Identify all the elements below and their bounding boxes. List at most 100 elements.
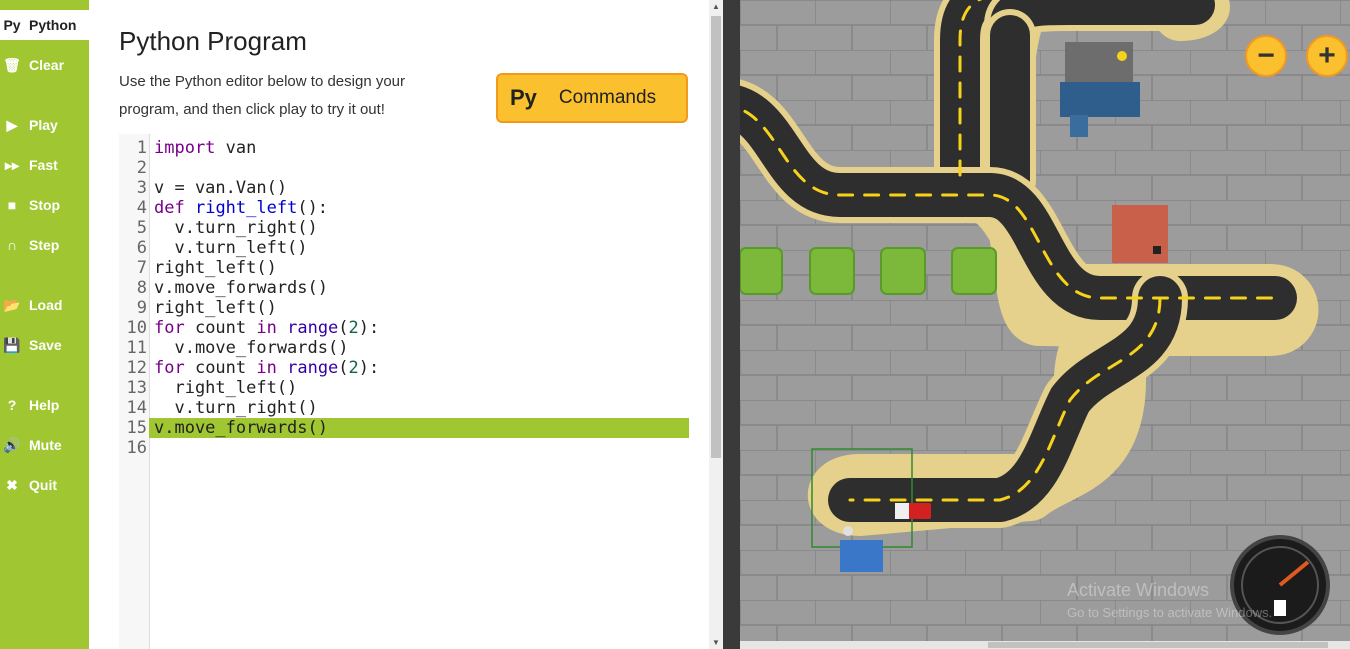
scrollbar-thumb[interactable] bbox=[988, 642, 1328, 648]
play-icon: ▶ bbox=[6, 116, 18, 133]
activation-watermark-text: Go to Settings to activate Windows. bbox=[1067, 605, 1273, 620]
hedge bbox=[809, 247, 855, 295]
sidebar-item-clear[interactable]: 🗑 Clear bbox=[0, 50, 89, 80]
sidebar-item-label: Play bbox=[29, 117, 58, 133]
scroll-up-icon[interactable]: ▲ bbox=[712, 2, 720, 11]
close-icon: ✖ bbox=[6, 476, 18, 493]
zoom-in-button[interactable]: + bbox=[1306, 35, 1348, 77]
code-text[interactable]: v.move_forwards() bbox=[154, 278, 328, 298]
code-text[interactable]: right_left() bbox=[154, 258, 277, 278]
code-line[interactable]: 3 v = van.Van() bbox=[119, 178, 689, 198]
panel-divider[interactable] bbox=[723, 0, 740, 649]
sidebar-item-save[interactable]: 💾 Save bbox=[0, 330, 89, 360]
scrollbar-thumb[interactable] bbox=[711, 16, 721, 458]
editor-scrollbar[interactable]: ▲ ▼ bbox=[709, 0, 723, 649]
line-number: 1 bbox=[136, 138, 147, 158]
hedge bbox=[740, 247, 783, 295]
sidebar-item-label: Step bbox=[29, 237, 60, 253]
code-text[interactable]: v.turn_right() bbox=[154, 218, 317, 238]
line-number: 4 bbox=[136, 198, 147, 218]
sidebar-item-label: Help bbox=[29, 397, 60, 413]
folder-icon: 📂 bbox=[3, 296, 21, 313]
line-number: 15 bbox=[119, 418, 149, 438]
code-line[interactable]: 8 v.move_forwards() bbox=[119, 278, 689, 298]
code-line[interactable]: 10 for count in range(2): bbox=[119, 318, 689, 338]
game-map[interactable]: − + Activate Windows Go to Settings to a… bbox=[740, 0, 1350, 649]
code-line[interactable]: 4 def right_left(): bbox=[119, 198, 689, 218]
code-line[interactable]: 2 bbox=[119, 158, 689, 178]
code-line[interactable]: 12 for count in range(2): bbox=[119, 358, 689, 378]
page-title: Python Program bbox=[119, 26, 307, 56]
line-number: 2 bbox=[136, 158, 147, 178]
code-text[interactable]: def right_left(): bbox=[154, 198, 328, 218]
map-canvas bbox=[740, 0, 1350, 649]
trash-icon: 🗑 bbox=[3, 56, 21, 73]
code-text[interactable]: v.move_forwards() bbox=[154, 338, 348, 358]
save-icon: 💾 bbox=[3, 336, 21, 353]
minus-icon: − bbox=[1257, 39, 1275, 72]
code-editor[interactable]: 1 import van 2 3 v = van.Van() 4 def right_lef… bbox=[119, 134, 689, 649]
speaker-icon: 🔊 bbox=[3, 436, 21, 453]
code-text[interactable]: right_left() bbox=[154, 298, 277, 318]
line-number: 8 bbox=[136, 278, 147, 298]
line-number: 14 bbox=[126, 398, 147, 418]
van bbox=[895, 503, 931, 519]
sidebar-item-label: Stop bbox=[29, 197, 61, 213]
help-icon: ? bbox=[7, 397, 17, 413]
zoom-out-button[interactable]: − bbox=[1245, 35, 1287, 77]
stop-icon: ■ bbox=[7, 197, 17, 213]
sidebar-item-label: Clear bbox=[29, 57, 65, 73]
code-line[interactable]: 11 v.move_forwards() bbox=[119, 338, 689, 358]
code-line[interactable]: 15 v.move_forwards() bbox=[119, 418, 689, 438]
sidebar-item-label: Quit bbox=[29, 477, 57, 493]
commands-button-label: Commands bbox=[558, 87, 657, 108]
code-text[interactable]: for count in range(2): bbox=[154, 358, 379, 378]
sidebar-item-play[interactable]: ▶ Play bbox=[0, 110, 89, 140]
sidebar-item-stop[interactable]: ■ Stop bbox=[0, 190, 89, 220]
line-number: 13 bbox=[126, 378, 147, 398]
sidebar-item-load[interactable]: 📂 Load bbox=[0, 290, 89, 320]
code-line[interactable]: 13 right_left() bbox=[119, 378, 689, 398]
python-logo-icon: Py bbox=[510, 85, 537, 110]
code-text[interactable]: v.turn_right() bbox=[154, 398, 317, 418]
scroll-down-icon[interactable]: ▼ bbox=[712, 638, 720, 647]
code-text[interactable]: v.turn_left() bbox=[154, 238, 307, 258]
house-right bbox=[1112, 205, 1168, 263]
code-line[interactable]: 1 import van bbox=[119, 138, 689, 158]
fast-forward-icon: ▸▸ bbox=[4, 156, 20, 173]
line-number: 9 bbox=[136, 298, 147, 318]
code-line[interactable]: 7 right_left() bbox=[119, 258, 689, 278]
sidebar-item-help[interactable]: ? Help bbox=[0, 390, 89, 420]
instructions-text: Use the Python editor below to design yo… bbox=[119, 73, 406, 118]
map-horizontal-scrollbar[interactable] bbox=[740, 641, 1350, 649]
commands-button[interactable]: Py Commands bbox=[496, 73, 688, 123]
activation-watermark-title: Activate Windows bbox=[1067, 580, 1210, 600]
hedge bbox=[951, 247, 997, 295]
code-line[interactable]: 14 v.turn_right() bbox=[119, 398, 689, 418]
code-text[interactable]: import van bbox=[154, 138, 256, 158]
line-number: 5 bbox=[136, 218, 147, 238]
sidebar-item-label: Load bbox=[29, 297, 63, 313]
sidebar-item-python[interactable]: Py Python bbox=[0, 10, 89, 40]
code-line[interactable]: 16 bbox=[119, 438, 689, 458]
sidebar-item-mute[interactable]: 🔊 Mute bbox=[0, 430, 89, 460]
sidebar-item-step[interactable]: ∩ Step bbox=[0, 230, 89, 260]
line-number: 3 bbox=[136, 178, 147, 198]
code-text[interactable]: v.move_forwards() bbox=[154, 418, 328, 438]
hedge bbox=[880, 247, 926, 295]
sidebar-item-label: Save bbox=[29, 337, 62, 353]
line-number: 11 bbox=[126, 338, 147, 358]
code-line[interactable]: 5 v.turn_right() bbox=[119, 218, 689, 238]
code-text[interactable]: right_left() bbox=[154, 378, 297, 398]
sidebar-item-label: Python bbox=[29, 17, 77, 33]
sidebar-item-fast[interactable]: ▸▸ Fast bbox=[0, 150, 89, 180]
code-text[interactable]: for count in range(2): bbox=[154, 318, 379, 338]
code-line[interactable]: 9 right_left() bbox=[119, 298, 689, 318]
code-line[interactable]: 6 v.turn_left() bbox=[119, 238, 689, 258]
sidebar-item-label: Fast bbox=[29, 157, 58, 173]
code-text[interactable]: v = van.Van() bbox=[154, 178, 287, 198]
plus-icon: + bbox=[1318, 39, 1336, 72]
program-panel: Python Program Use the Python editor bel… bbox=[89, 0, 709, 649]
line-number: 16 bbox=[126, 438, 147, 458]
sidebar-item-quit[interactable]: ✖ Quit bbox=[0, 470, 89, 500]
